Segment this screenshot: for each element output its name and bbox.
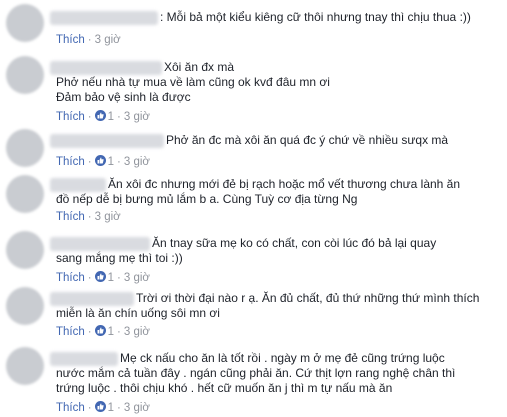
comment-text: sang mắng mẹ thì toi :)) [56,251,183,265]
comment-text: Ăn xôi đc nhưng mới đẻ bị rạch hoặc mổ v… [108,177,461,191]
comment-item: Mẹ ck nấu cho ăn là tốt rồi . ngày m ở m… [0,345,507,417]
comment-time[interactable]: 3 giờ [95,34,121,46]
comment-time[interactable]: 3 giờ [124,326,150,338]
like-link[interactable]: Thích [56,111,85,123]
like-link[interactable]: Thích [56,326,85,338]
comment-text: miễn là ăn chín uống sôi mn ơi [56,306,220,320]
comment-time[interactable]: 3 giờ [124,402,150,414]
comment-item: Trời ơi thời đại nào r ạ. Ăn đủ chất, đủ… [0,287,507,345]
commenter-name[interactable] [50,177,106,192]
thumbs-up-icon [94,155,106,166]
comment-text: Phở nếu nhà tự mua về làm cũng ok kvđ đâ… [56,75,330,89]
commenter-name[interactable] [50,10,158,25]
like-link[interactable]: Thích [56,272,85,284]
avatar[interactable] [6,56,44,94]
comment-text: nước mắm cả tuần đây . ngán cũng phải ăn… [56,366,456,380]
comment-actions: Thích · 1 · 3 giờ [56,271,150,284]
comment-text: : Mỗi bả một kiểu kiêng cữ thôi nhưng tn… [160,10,471,24]
comment-item: : Mỗi bả một kiểu kiêng cữ thôi nhưng tn… [0,0,507,52]
comment-item: Ăn tnay sữa mẹ ko có chất, con còi lúc đ… [0,229,507,287]
like-link[interactable]: Thích [56,211,85,223]
commenter-name[interactable] [50,351,118,366]
like-link[interactable]: Thích [56,402,85,414]
like-link[interactable]: Thích [56,156,85,168]
comment-time[interactable]: 3 giờ [124,272,150,284]
comment-text: Ăn tnay sữa mẹ ko có chất, con còi lúc đ… [152,236,437,250]
comment-item: Xôi ăn đx mà Phở nếu nhà tự mua về làm c… [0,52,507,129]
commenter-name[interactable] [50,291,134,306]
comment-text: Phở ăn đc mà xôi ăn quá đc ý chứ về nhiề… [166,133,449,147]
commenter-name[interactable] [50,236,150,251]
comment-item: Phở ăn đc mà xôi ăn quá đc ý chứ về nhiề… [0,129,507,173]
thumbs-up-icon [94,110,106,121]
comment-actions: Thích · 1 · 3 giờ [56,401,150,414]
avatar[interactable] [6,4,44,42]
comment-actions: Thích · 3 giờ [56,211,121,223]
comment-actions: Thích · 1 · 3 giờ [56,155,150,168]
avatar[interactable] [6,287,44,325]
commenter-name[interactable] [50,133,164,148]
comment-text: Đảm bảo vệ sinh là được [56,90,191,104]
comment-actions: Thích · 1 · 3 giờ [56,110,150,123]
thumbs-up-icon [94,401,106,412]
commenter-name[interactable] [50,60,162,75]
like-link[interactable]: Thích [56,34,85,46]
comment-text: Xôi ăn đx mà [164,60,235,74]
comment-actions: Thích · 3 giờ [56,34,121,46]
thumbs-up-icon [94,271,106,282]
comment-text: Trời ơi thời đại nào r ạ. Ăn đủ chất, đủ… [136,291,480,305]
avatar[interactable] [6,231,44,269]
thumbs-up-icon [94,325,106,336]
comment-text: trứng luộc . thôi chịu khó . hết cữ muốn… [56,381,393,395]
avatar[interactable] [6,129,44,167]
avatar[interactable] [6,347,44,385]
comment-text: Mẹ ck nấu cho ăn là tốt rồi . ngày m ở m… [120,351,445,365]
comment-text: đồ nếp dễ bị bưng mủ lắm b a. Cùng Tuỳ c… [56,192,358,206]
comment-time[interactable]: 3 giờ [124,156,150,168]
comment-item: Ăn xôi đc nhưng mới đẻ bị rạch hoặc mổ v… [0,173,507,229]
avatar[interactable] [6,175,44,213]
comment-time[interactable]: 3 giờ [124,111,150,123]
comment-actions: Thích · 1 · 3 giờ [56,325,150,338]
comment-time[interactable]: 3 giờ [95,211,121,223]
